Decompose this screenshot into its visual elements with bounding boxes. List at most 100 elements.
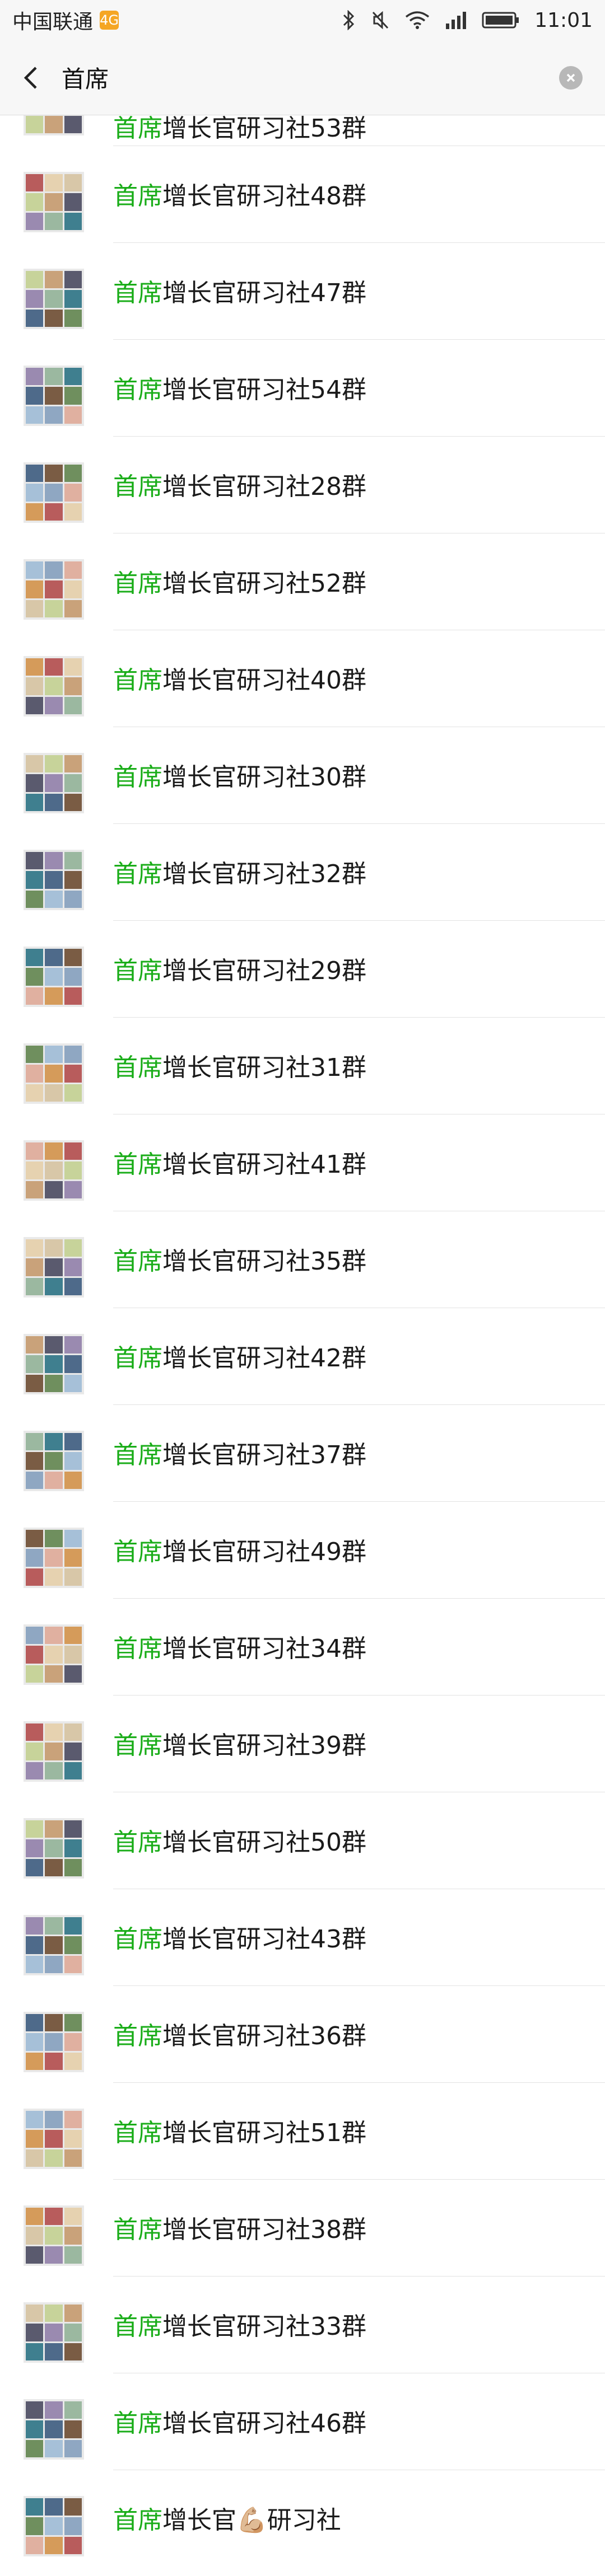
member-avatar-tile bbox=[26, 2149, 44, 2167]
group-name-rest: 增长官研习社51群 bbox=[162, 2119, 366, 2147]
group-avatar bbox=[24, 2109, 84, 2169]
group-result-row[interactable]: 首席增长官研习社48群 bbox=[0, 146, 605, 243]
member-avatar-tile bbox=[26, 1433, 44, 1451]
group-avatar bbox=[24, 2496, 84, 2556]
member-avatar-tile bbox=[26, 1239, 44, 1257]
group-result-row[interactable]: 首席增长官研习社46群 bbox=[0, 2373, 605, 2470]
search-header: 首席 bbox=[0, 40, 605, 115]
member-avatar-tile bbox=[45, 890, 63, 908]
member-avatar-tile bbox=[26, 1046, 44, 1064]
keyword-highlight: 首席 bbox=[113, 2409, 162, 2438]
member-avatar-tile bbox=[45, 174, 63, 192]
member-avatar-tile bbox=[64, 1374, 82, 1392]
group-result-row[interactable]: 首席增长官研习社35群 bbox=[0, 1211, 605, 1308]
search-input[interactable]: 首席 bbox=[62, 60, 559, 95]
group-result-row[interactable]: 首席增长官研习社31群 bbox=[0, 1018, 605, 1114]
group-avatar bbox=[24, 1043, 84, 1104]
member-avatar-tile bbox=[64, 1858, 82, 1876]
member-avatar-tile bbox=[26, 949, 44, 967]
member-avatar-tile bbox=[26, 2439, 44, 2457]
group-result-row[interactable]: 首席增长官研习社32群 bbox=[0, 824, 605, 921]
member-avatar-tile bbox=[64, 1549, 82, 1567]
group-avatar bbox=[24, 2302, 84, 2363]
member-avatar-tile bbox=[45, 2420, 63, 2438]
member-avatar-tile bbox=[26, 561, 44, 579]
member-avatar-tile bbox=[26, 1955, 44, 1973]
member-avatar-tile bbox=[45, 387, 63, 405]
member-avatar-tile bbox=[45, 465, 63, 483]
member-avatar-tile bbox=[45, 1452, 63, 1470]
member-avatar-tile bbox=[64, 1161, 82, 1179]
group-result-row[interactable]: 首席增长官研习社54群 bbox=[0, 340, 605, 437]
group-result-row[interactable]: 首席增长官研习社50群 bbox=[0, 1792, 605, 1889]
group-result-row[interactable]: 首席增长官研习社30群 bbox=[0, 727, 605, 824]
member-avatar-tile bbox=[26, 2052, 44, 2070]
group-name-rest: 增长官研习社48群 bbox=[162, 182, 366, 210]
member-avatar-tile bbox=[64, 465, 82, 483]
clear-search-button[interactable] bbox=[559, 65, 583, 90]
member-avatar-tile bbox=[64, 290, 82, 308]
keyword-highlight: 首席 bbox=[113, 763, 162, 791]
group-result-row[interactable]: 首席增长官研习社40群 bbox=[0, 630, 605, 727]
group-name: 首席增长官研习社28群 bbox=[113, 471, 366, 503]
group-result-row[interactable]: 首席增长官研习社37群 bbox=[0, 1405, 605, 1502]
member-avatar-tile bbox=[45, 1858, 63, 1876]
group-name-rest: 增长官研习社54群 bbox=[162, 376, 366, 404]
group-result-row[interactable]: 首席增长官研习社29群 bbox=[0, 921, 605, 1018]
close-icon bbox=[566, 73, 575, 82]
keyword-highlight: 首席 bbox=[113, 1634, 162, 1663]
group-result-row[interactable]: 首席增长官研习社38群 bbox=[0, 2180, 605, 2277]
group-name: 首席增长官研习社41群 bbox=[113, 1149, 366, 1181]
group-result-row[interactable]: 首席增长官研习社51群 bbox=[0, 2083, 605, 2180]
group-name-rest: 增长官研习社35群 bbox=[162, 1247, 366, 1276]
member-avatar-tile bbox=[45, 2033, 63, 2051]
group-name-rest: 增长官研习社33群 bbox=[162, 2312, 366, 2341]
member-avatar-tile bbox=[45, 193, 63, 211]
member-avatar-tile bbox=[26, 774, 44, 792]
group-result-row[interactable]: 首席增长官研习社43群 bbox=[0, 1889, 605, 1986]
group-name-rest: 增长官研习社28群 bbox=[162, 472, 366, 501]
group-result-row[interactable]: 首席增长官研习社34群 bbox=[0, 1599, 605, 1696]
group-result-row[interactable]: 首席增长官研习社53群 bbox=[0, 115, 605, 146]
member-avatar-tile bbox=[26, 309, 44, 327]
group-name-rest: 增长官研习社43群 bbox=[162, 1925, 366, 1954]
group-name: 首席增长官研习社52群 bbox=[113, 568, 366, 599]
group-result-row[interactable]: 首席增长官研习社36群 bbox=[0, 1986, 605, 2083]
member-avatar-tile bbox=[26, 1820, 44, 1838]
member-avatar-tile bbox=[64, 696, 82, 714]
member-avatar-tile bbox=[64, 271, 82, 289]
group-result-row[interactable]: 首席增长官研习社28群 bbox=[0, 437, 605, 533]
member-avatar-tile bbox=[45, 2498, 63, 2516]
member-avatar-tile bbox=[64, 890, 82, 908]
keyword-highlight: 首席 bbox=[113, 2119, 162, 2147]
member-avatar-tile bbox=[26, 2324, 44, 2341]
member-avatar-tile bbox=[45, 1955, 63, 1973]
group-result-row[interactable]: 首席增长官研习社39群 bbox=[0, 1696, 605, 1792]
group-result-row[interactable]: 首席增长官研习社41群 bbox=[0, 1114, 605, 1211]
group-result-row[interactable]: 首席增长官💪🏼研习社 bbox=[0, 2470, 605, 2561]
group-result-row[interactable]: 首席增长官研习社47群 bbox=[0, 243, 605, 340]
member-avatar-tile bbox=[64, 1646, 82, 1664]
keyword-highlight: 首席 bbox=[113, 666, 162, 695]
group-result-row[interactable]: 首席增长官研习社42群 bbox=[0, 1308, 605, 1405]
member-avatar-tile bbox=[45, 2130, 63, 2148]
member-avatar-tile bbox=[26, 1374, 44, 1392]
member-avatar-tile bbox=[45, 1161, 63, 1179]
member-avatar-tile bbox=[45, 1839, 63, 1857]
member-avatar-tile bbox=[64, 1046, 82, 1064]
group-result-row[interactable]: 首席增长官研习社49群 bbox=[0, 1502, 605, 1599]
back-button[interactable] bbox=[0, 40, 62, 115]
member-avatar-tile bbox=[45, 1820, 63, 1838]
group-name: 首席增长官研习社37群 bbox=[113, 1440, 366, 1471]
member-avatar-tile bbox=[45, 2246, 63, 2264]
member-avatar-tile bbox=[26, 890, 44, 908]
group-name-rest: 增长官研习社53群 bbox=[162, 115, 366, 143]
group-name-rest: 增长官研习社30群 bbox=[162, 763, 366, 791]
group-result-row[interactable]: 首席增长官研习社33群 bbox=[0, 2277, 605, 2373]
member-avatar-tile bbox=[26, 368, 44, 386]
member-avatar-tile bbox=[64, 115, 82, 133]
group-result-row[interactable]: 首席增长官研习社52群 bbox=[0, 533, 605, 630]
group-name: 首席增长官💪🏼研习社 bbox=[113, 2505, 341, 2536]
member-avatar-tile bbox=[45, 2439, 63, 2457]
member-avatar-tile bbox=[45, 2014, 63, 2032]
